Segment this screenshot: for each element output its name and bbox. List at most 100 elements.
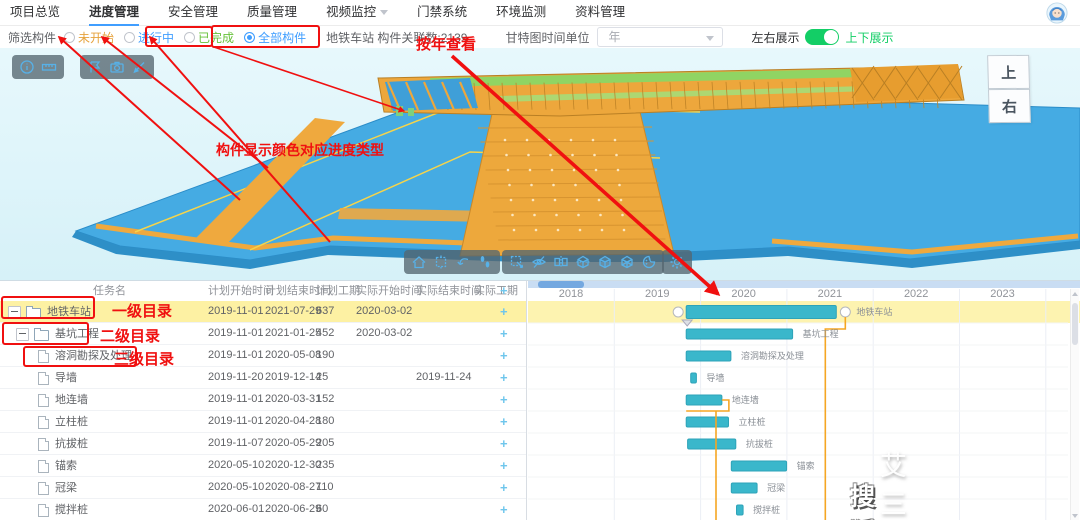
task-cell: 2020-03-02 (356, 323, 418, 344)
row-add-button[interactable]: + (500, 499, 508, 520)
home-icon[interactable] (411, 254, 427, 270)
scroll-up-icon[interactable] (1072, 292, 1078, 296)
info-icon[interactable] (19, 59, 35, 75)
row-add-button[interactable]: + (500, 389, 508, 410)
task-cell: 2020-08-27 (265, 477, 322, 498)
camera-icon[interactable] (109, 59, 125, 75)
user-avatar[interactable] (1046, 2, 1068, 24)
gantt-bar-地铁车站[interactable] (686, 306, 836, 319)
section-box-icon[interactable] (575, 254, 591, 270)
table-row-冠梁[interactable]: 冠梁2020-05-102020-08-27110+ (0, 477, 527, 499)
gantt-unit-value: 年 (608, 30, 620, 44)
gantt-bar-溶洞勘探及处理[interactable] (686, 351, 731, 361)
task-cell: 2019-11-01 (208, 389, 265, 410)
settings-icon[interactable] (669, 254, 685, 270)
frame-select-icon[interactable] (433, 254, 449, 270)
task-cell: 190 (316, 345, 356, 366)
viewport-toolbar-display[interactable] (502, 250, 664, 274)
gantt-bar-冠梁[interactable] (731, 483, 757, 493)
wireframe-cube-icon[interactable] (619, 254, 635, 270)
protractor-icon[interactable] (131, 59, 147, 75)
box-select-icon[interactable] (509, 254, 525, 270)
gantt-bar-导墙[interactable] (691, 373, 697, 383)
row-add-button[interactable]: + (500, 345, 508, 366)
task-cell: 2020-05-10 (208, 455, 265, 476)
radio-已完成[interactable]: 已完成 (184, 29, 234, 46)
row-add-button[interactable]: + (500, 411, 508, 432)
table-row-溶洞勘探及处理[interactable]: 溶洞勘探及处理2019-11-012020-05-08190+ (0, 345, 527, 367)
view-cube-top[interactable]: 上 (987, 55, 1030, 89)
row-add-button[interactable]: + (500, 367, 508, 388)
task-cell: 2020-04-28 (265, 411, 322, 432)
table-row-地铁车站[interactable]: 地铁车站2019-11-012021-07-296372020-03-02+ (0, 301, 527, 323)
nav-item-7[interactable]: 环境监测 (496, 0, 546, 26)
nav-item-6[interactable]: 门禁系统 (417, 0, 467, 26)
add-task-button[interactable]: + (500, 281, 508, 301)
hide-component-icon[interactable] (531, 254, 547, 270)
table-row-抗拔桩[interactable]: 抗拔桩2019-11-072020-05-29205+ (0, 433, 527, 455)
nav-item-5[interactable]: 视频监控 (326, 0, 388, 26)
display-mode-toggle[interactable] (805, 29, 839, 45)
gantt-bar-锚索[interactable] (731, 461, 786, 471)
gantt-unit-select[interactable]: 年 (597, 27, 723, 47)
nav-item-4[interactable]: 质量管理 (247, 0, 297, 26)
view-cube-right[interactable]: 右 (988, 89, 1031, 123)
undo-icon[interactable] (455, 254, 471, 270)
task-cell: 2019-12-14 (265, 367, 322, 388)
task-name: 地铁车站 (47, 302, 91, 323)
section-icon[interactable] (553, 254, 569, 270)
viewport-toolbar-measure[interactable] (12, 55, 64, 79)
row-add-button[interactable]: + (500, 433, 508, 454)
gantt-bar-立柱桩[interactable] (686, 417, 728, 427)
viewport-toolbar-settings[interactable] (662, 250, 692, 274)
bim-3d-model (0, 48, 1080, 280)
nav-item-2[interactable]: 进度管理 (89, 0, 139, 26)
radio-进行中[interactable]: 进行中 (124, 29, 174, 46)
file-icon (38, 438, 49, 451)
nav-item-1[interactable]: 项目总览 (10, 0, 60, 26)
table-row-搅拌桩[interactable]: 搅拌桩2020-06-012020-06-2960+ (0, 499, 527, 520)
model-viewport[interactable]: 上 右 (0, 48, 1080, 280)
gantt-vertical-scrollbar[interactable] (1070, 289, 1079, 520)
gantt-bar-抗拔桩[interactable] (688, 439, 736, 449)
bar-start-handle[interactable] (673, 307, 683, 317)
scrollbar-thumb[interactable] (1072, 303, 1078, 345)
viewport-toolbar-navigate[interactable] (404, 250, 500, 274)
collapse-toggle-icon[interactable] (16, 328, 29, 341)
display-lr-label: 左右展示 (751, 29, 799, 46)
radio-circle-icon (184, 32, 195, 43)
radio-circle-icon (244, 32, 255, 43)
table-row-锚索[interactable]: 锚索2020-05-102020-12-30235+ (0, 455, 527, 477)
scroll-down-icon[interactable] (1072, 514, 1078, 518)
walk-icon[interactable] (477, 254, 493, 270)
row-add-button[interactable]: + (500, 323, 508, 344)
radio-全部构件[interactable]: 全部构件 (244, 29, 306, 46)
table-row-导墙[interactable]: 导墙2019-11-202019-12-14252019-11-24+ (0, 367, 527, 389)
nav-item-8[interactable]: 资料管理 (575, 0, 625, 26)
bar-end-handle[interactable] (840, 307, 850, 317)
table-row-基坑工程[interactable]: 基坑工程2019-11-012021-01-254522020-03-02+ (0, 323, 527, 345)
folder-icon (26, 308, 41, 319)
col-header: 任务名 (93, 281, 126, 301)
paint-icon[interactable] (641, 254, 657, 270)
gantt-bar-label: 搅拌桩 (753, 505, 780, 515)
view-cube[interactable]: 上 右 (987, 55, 1031, 123)
task-cell: 637 (316, 301, 356, 322)
table-row-地连墙[interactable]: 地连墙2019-11-012020-03-31152+ (0, 389, 527, 411)
task-cell: 2019-11-01 (208, 411, 265, 432)
gantt-bar-基坑工程[interactable] (686, 329, 792, 339)
radio-未开始[interactable]: 未开始 (64, 29, 114, 46)
flag-icon[interactable] (87, 59, 103, 75)
ruler-icon[interactable] (41, 59, 57, 75)
task-name: 锚索 (55, 456, 77, 477)
gantt-bar-搅拌桩[interactable] (737, 505, 744, 515)
gantt-bar-地连墙[interactable] (686, 395, 722, 405)
cube-icon[interactable] (597, 254, 613, 270)
nav-item-3[interactable]: 安全管理 (168, 0, 218, 26)
row-add-button[interactable]: + (500, 301, 508, 322)
table-row-立柱桩[interactable]: 立柱桩2019-11-012020-04-28180+ (0, 411, 527, 433)
row-add-button[interactable]: + (500, 455, 508, 476)
viewport-toolbar-annotate[interactable] (80, 55, 154, 79)
row-add-button[interactable]: + (500, 477, 508, 498)
collapse-toggle-icon[interactable] (8, 306, 21, 319)
